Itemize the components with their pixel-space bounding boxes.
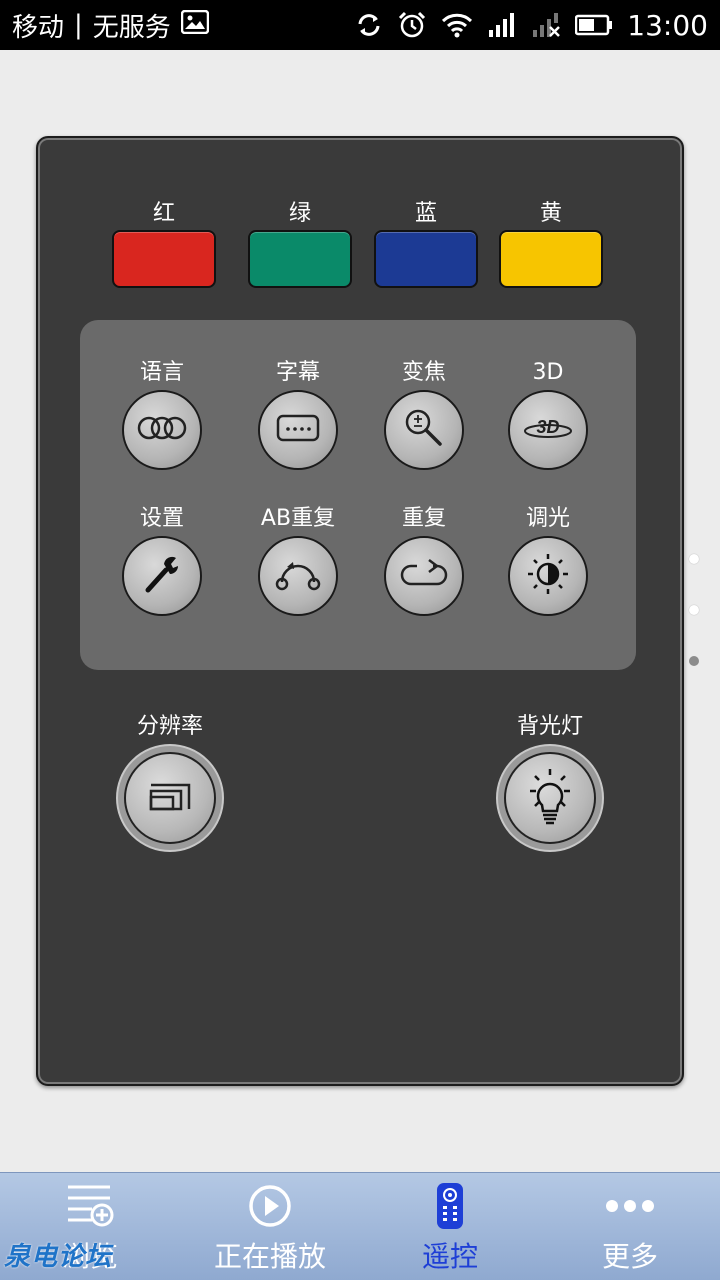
yellow-key: 黄 [499,198,603,288]
resolution-key: 分辨率 [100,710,240,852]
3d-icon: 3D [522,415,574,445]
settings-button[interactable] [122,536,202,616]
settings-label: 设置 [139,506,184,531]
remote-icon [435,1179,465,1233]
green-key: 绿 [248,198,352,288]
status-bar: 移动 | 无服务 13:00 [0,0,720,50]
svg-text:3D: 3D [536,417,559,437]
backlight-key: 背光灯 [480,710,620,852]
carrier-label: 移动 [12,12,65,43]
zoom-icon [402,406,446,454]
browse-list-icon [66,1179,114,1233]
green-button[interactable] [248,230,352,288]
repeat-button[interactable] [384,536,464,616]
blue-key-label: 蓝 [414,201,437,226]
nav-label-now-playing: 正在播放 [213,1239,326,1273]
dimmer-label: 调光 [525,506,570,531]
no-signal-icon [531,12,561,38]
more-dots-icon [605,1179,655,1233]
page-dot-2[interactable] [689,605,699,615]
language-key: 语言 [102,356,222,470]
resolution-button[interactable] [116,744,224,852]
page-dot-3-active[interactable] [689,656,699,666]
ab-repeat-icon [273,556,323,596]
language-label: 语言 [139,360,184,385]
red-button[interactable] [112,230,216,288]
function-button-panel: 语言 字幕 变焦 3D 3D 设置 AB重复 重复 调光 [80,320,636,670]
resolution-label: 分辨率 [136,714,203,739]
service-label: 无服务 [92,12,171,43]
zoom-button[interactable] [384,390,464,470]
ab-repeat-key: AB重复 [238,502,358,616]
nav-label-remote: 遥控 [421,1239,478,1273]
repeat-icon [399,556,449,596]
repeat-key: 重复 [364,502,484,616]
red-key-label: 红 [152,201,175,226]
yellow-button[interactable] [499,230,603,288]
settings-key: 设置 [102,502,222,616]
nav-tab-remote[interactable]: 遥控 [360,1173,540,1280]
play-circle-icon [247,1179,293,1233]
clock-time: 13:00 [627,8,708,42]
signal-icon [487,12,517,38]
page-indicator [689,554,699,707]
nav-tab-now-playing[interactable]: 正在播放 [180,1173,360,1280]
battery-icon [575,14,613,36]
language-icon [136,413,188,447]
blue-button[interactable] [374,230,478,288]
wrench-icon [140,552,184,600]
zoom-label: 变焦 [401,360,446,385]
nav-tab-more[interactable]: 更多 [540,1173,720,1280]
ab-repeat-label: AB重复 [260,506,336,531]
ab-repeat-button[interactable] [258,536,338,616]
backlight-bulb-icon [524,767,576,829]
page-dot-1[interactable] [689,554,699,564]
language-button[interactable] [122,390,202,470]
subtitle-button[interactable] [258,390,338,470]
sync-icon [355,11,383,39]
3d-key: 3D 3D [488,356,608,470]
backlight-button-face [504,752,596,844]
backlight-label: 背光灯 [516,714,583,739]
yellow-key-label: 黄 [539,201,562,226]
resolution-icon [147,779,193,817]
resolution-button-face [124,752,216,844]
blue-key: 蓝 [374,198,478,288]
remote-panel: 红 绿 蓝 黄 语言 字幕 变焦 3D 3D 设置 AB重复 重复 调光 分辨率… [36,136,684,1086]
dimmer-icon [524,550,572,602]
zoom-key: 变焦 [364,356,484,470]
dimmer-key: 调光 [488,502,608,616]
subtitle-label: 字幕 [275,360,320,385]
alarm-icon [397,10,427,40]
nav-label-more: 更多 [601,1239,658,1273]
wifi-icon [441,12,473,38]
status-separator: | [74,10,83,40]
image-icon [180,9,210,41]
3d-button[interactable]: 3D [508,390,588,470]
subtitle-icon [276,414,320,446]
repeat-label: 重复 [401,506,446,531]
green-key-label: 绿 [288,201,311,226]
3d-label: 3D [532,360,564,385]
backlight-button[interactable] [496,744,604,852]
forum-watermark: 泉电论坛 [4,1242,113,1272]
dimmer-button[interactable] [508,536,588,616]
red-key: 红 [112,198,216,288]
subtitle-key: 字幕 [238,356,358,470]
